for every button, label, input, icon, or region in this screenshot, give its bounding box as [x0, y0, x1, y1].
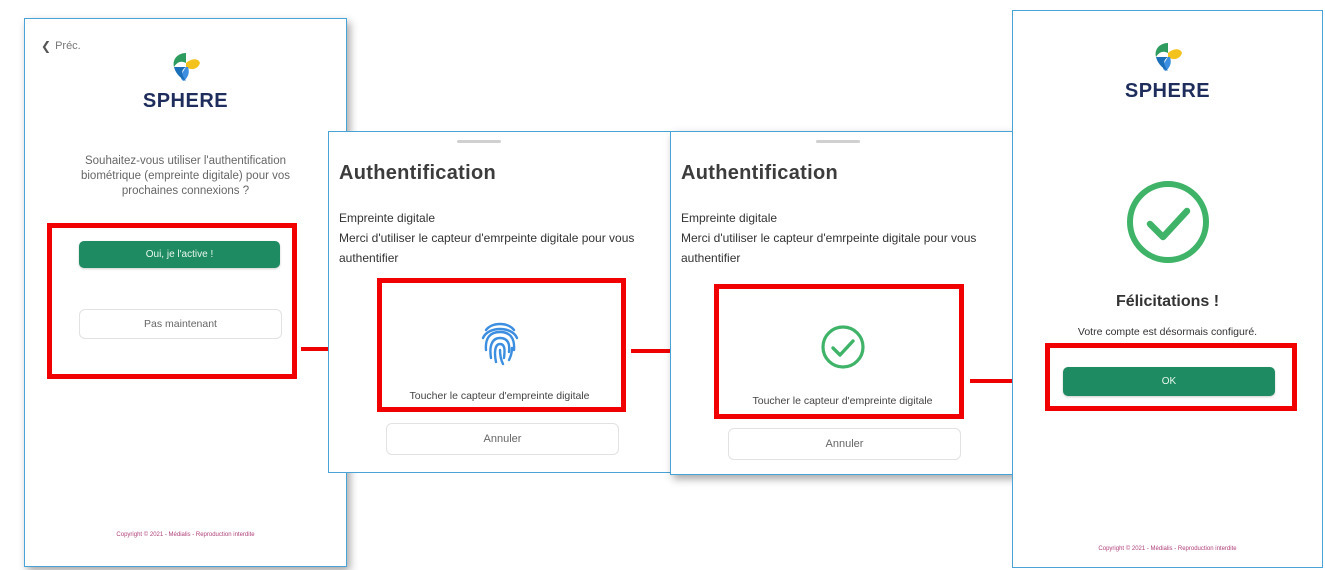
- auth-method: Empreinte digitale: [339, 211, 436, 225]
- auth-message: Merci d'utiliser le capteur d'emrpeinte …: [681, 231, 977, 265]
- auth-instructions: Empreinte digitale Merci d'utiliser le c…: [339, 208, 664, 268]
- logo-block: SPHERE: [25, 49, 346, 113]
- highlight-box: [1045, 343, 1297, 411]
- highlight-box: [47, 223, 297, 379]
- brand-name: SPHERE: [1124, 80, 1211, 102]
- check-circle-icon: [1126, 181, 1209, 263]
- sphere-logo: [173, 53, 200, 81]
- sheet-handle[interactable]: [816, 140, 860, 143]
- biometric-question: Souhaitez-vous utiliser l'authentificati…: [80, 155, 291, 197]
- screen-confirmation: SPHERE Félicitations ! Votre compte est …: [1012, 10, 1323, 568]
- success-area: [1013, 177, 1322, 272]
- cancel-button[interactable]: Annuler: [728, 428, 961, 460]
- success-heading: Félicitations !: [1115, 293, 1220, 310]
- highlight-box: [714, 284, 964, 419]
- highlight-box: [377, 278, 626, 412]
- copyright-text: Copyright © 2021 - Médialis - Reproducti…: [1098, 546, 1237, 552]
- copyright-text: Copyright © 2021 - Médialis - Reproducti…: [116, 532, 255, 538]
- auth-instructions: Empreinte digitale Merci d'utiliser le c…: [681, 208, 1011, 268]
- auth-title: Authentification: [681, 162, 839, 184]
- cancel-button[interactable]: Annuler: [386, 423, 619, 455]
- success-message: Votre compte est désormais configuré.: [1077, 326, 1258, 338]
- brand-name: SPHERE: [142, 90, 229, 112]
- auth-message: Merci d'utiliser le capteur d'emrpeinte …: [339, 231, 635, 265]
- logo-block: SPHERE: [1013, 39, 1322, 103]
- auth-title: Authentification: [339, 162, 497, 184]
- sheet-handle[interactable]: [457, 140, 501, 143]
- sphere-logo: [1155, 43, 1182, 71]
- auth-method: Empreinte digitale: [681, 211, 778, 225]
